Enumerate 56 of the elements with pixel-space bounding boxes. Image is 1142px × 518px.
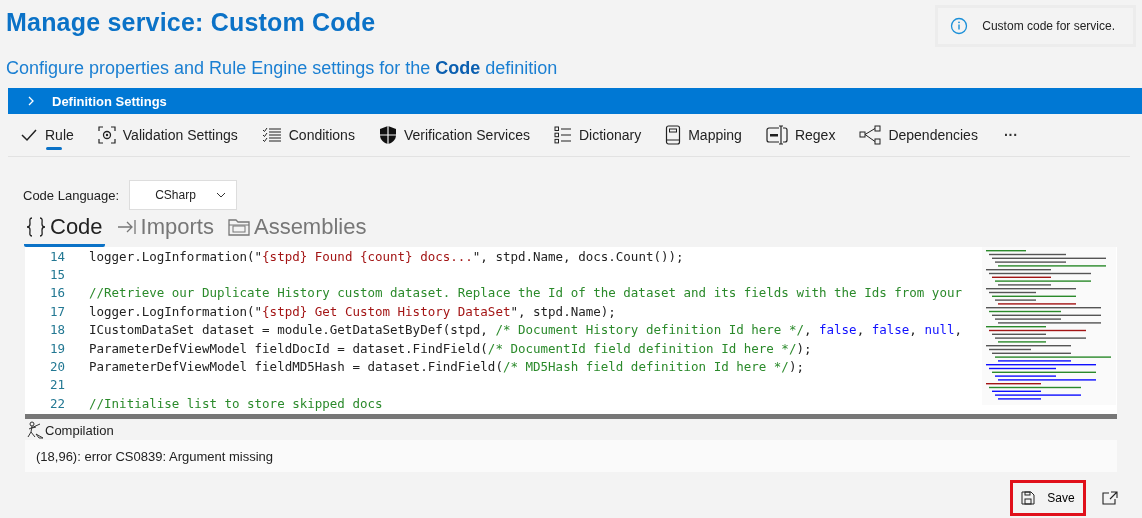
line-number: 19 bbox=[48, 340, 65, 356]
page-title: Manage service: Custom Code bbox=[6, 8, 377, 37]
line-number: 22 bbox=[48, 395, 65, 411]
tab[interactable]: Dictionary bbox=[541, 114, 654, 156]
line-number: 20 bbox=[48, 359, 65, 375]
tab[interactable]: Validation Settings bbox=[85, 114, 250, 156]
code-line: ParameterDefViewModel fieldMD5Hash = dataset.FindField(/* MD5Hash field definition Id here */); bbox=[89, 359, 804, 375]
import-icon bbox=[116, 219, 137, 235]
tab[interactable]: Conditions bbox=[249, 114, 367, 156]
code-line: ParameterDefViewModel fieldDocId = dataset.FindField(/* DocumentId field definition Id here */); bbox=[89, 340, 812, 356]
scrollbar[interactable] bbox=[25, 414, 1117, 419]
gear-icon bbox=[97, 126, 116, 144]
tab[interactable]: Dependencies bbox=[847, 114, 990, 156]
line-number: 18 bbox=[48, 322, 65, 338]
code-line: logger.LogInformation("{stpd} Get Custom History DataSet", stpd.Name); bbox=[89, 303, 616, 319]
tooltip-text: Custom code for service. bbox=[982, 19, 1115, 33]
save-button[interactable]: Save bbox=[1010, 480, 1086, 516]
text-cursor-icon bbox=[765, 125, 788, 145]
line-number: 15 bbox=[48, 267, 65, 283]
tab[interactable]: Mapping bbox=[653, 114, 754, 156]
checklist-icon bbox=[261, 127, 282, 143]
chevron-icon bbox=[26, 95, 36, 107]
more-button[interactable]: ··· bbox=[989, 127, 1032, 143]
info-icon bbox=[950, 17, 969, 35]
tab[interactable]: Verification Services bbox=[366, 114, 542, 156]
caret-icon bbox=[216, 192, 227, 198]
book-icon bbox=[665, 125, 682, 145]
code-line: logger.LogInformation("{stpd} Found {count} docs...", stpd.Name, docs.Count()); bbox=[89, 248, 684, 264]
section-title: Definition Settings bbox=[52, 93, 167, 109]
check-icon bbox=[20, 127, 38, 143]
nodes-icon bbox=[859, 125, 882, 145]
worker-icon bbox=[26, 421, 44, 439]
braces-icon bbox=[26, 216, 46, 238]
tab[interactable]: Rule bbox=[8, 114, 86, 156]
pop-out-icon[interactable] bbox=[1102, 491, 1118, 505]
field-label: Code Language: bbox=[23, 187, 120, 203]
tab[interactable]: Assemblies bbox=[225, 212, 369, 247]
tab[interactable]: Imports bbox=[114, 212, 216, 247]
tab[interactable]: Regex bbox=[753, 114, 848, 156]
save-icon bbox=[1021, 491, 1036, 505]
line-number: 14 bbox=[48, 248, 65, 264]
error-message: (18,96): error CS0839: Argument missing bbox=[36, 448, 273, 464]
shield-icon bbox=[378, 125, 397, 145]
panel-title: Compilation bbox=[45, 422, 114, 438]
line-number: 21 bbox=[48, 377, 65, 393]
line-number: 17 bbox=[48, 303, 65, 319]
line-number: 16 bbox=[48, 285, 65, 301]
page-subtitle: Configure properties and Rule Engine settings for the Code definition bbox=[6, 58, 558, 79]
code-editor[interactable] bbox=[25, 247, 1117, 419]
list-icon bbox=[553, 126, 572, 144]
language-dropdown[interactable]: CSharp bbox=[129, 180, 238, 210]
code-line: ICustomDataSet dataset = module.GetDataSetByDef(stpd, /* Document History definition Id here */, false, false, null, bbox=[89, 322, 963, 338]
code-line: //Initialise list to store skipped docs bbox=[89, 395, 383, 411]
section-header[interactable]: Definition Settings bbox=[8, 88, 1142, 114]
folder-icon bbox=[227, 218, 250, 236]
code-line: //Retrieve our Duplicate History custom dataset. Replace the Id of the dataset and its fields with the Ids from your bbox=[89, 285, 962, 301]
